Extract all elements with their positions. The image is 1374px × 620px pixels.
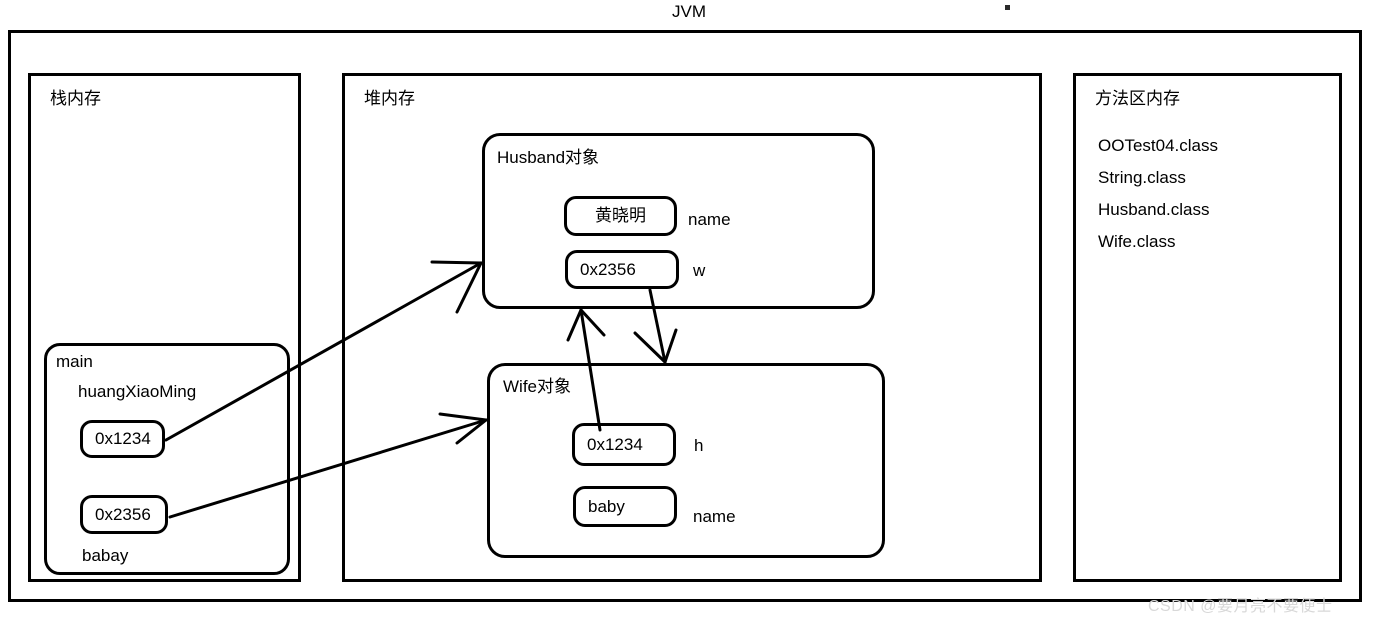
csdn-watermark: CSDN @要月亮不要便士 (1148, 598, 1333, 615)
method-area-class-string: String.class (1098, 168, 1186, 187)
wife-field-name-label: name (693, 507, 736, 526)
husband-field-w-value: 0x2356 (565, 250, 679, 289)
stack-frame-main (44, 343, 290, 575)
stack-variable-huangxiaoming-label: huangXiaoMing (78, 382, 197, 401)
stack-variable-huangxiaoming-value: 0x1234 (80, 420, 165, 458)
husband-field-name-label: name (688, 210, 731, 229)
stack-memory-label: 栈内存 (50, 89, 101, 108)
stack-frame-name: main (56, 352, 93, 371)
wife-field-h-value: 0x1234 (572, 423, 676, 466)
method-area-class-ootest04: OOTest04.class (1098, 136, 1218, 155)
method-area-label: 方法区内存 (1095, 89, 1180, 108)
heap-memory-label: 堆内存 (364, 89, 415, 108)
wife-field-name-value: baby (573, 486, 677, 527)
jvm-title: JVM (672, 2, 706, 21)
method-area-class-husband: Husband.class (1098, 200, 1210, 219)
husband-field-name-value: 黄晓明 (564, 196, 677, 236)
jvm-memory-diagram: JVM 栈内存 堆内存 方法区内存 main huangXiaoMing 0x1… (0, 0, 1374, 620)
method-area-class-wife: Wife.class (1098, 232, 1176, 251)
wife-field-h-label: h (694, 436, 704, 455)
husband-field-w-label: w (693, 261, 706, 280)
stack-variable-babay-label: babay (82, 546, 129, 565)
stray-dot-artifact (1005, 5, 1010, 10)
stack-variable-babay-value: 0x2356 (80, 495, 168, 534)
husband-object-title: Husband对象 (497, 148, 600, 167)
wife-object-title: Wife对象 (503, 377, 571, 396)
